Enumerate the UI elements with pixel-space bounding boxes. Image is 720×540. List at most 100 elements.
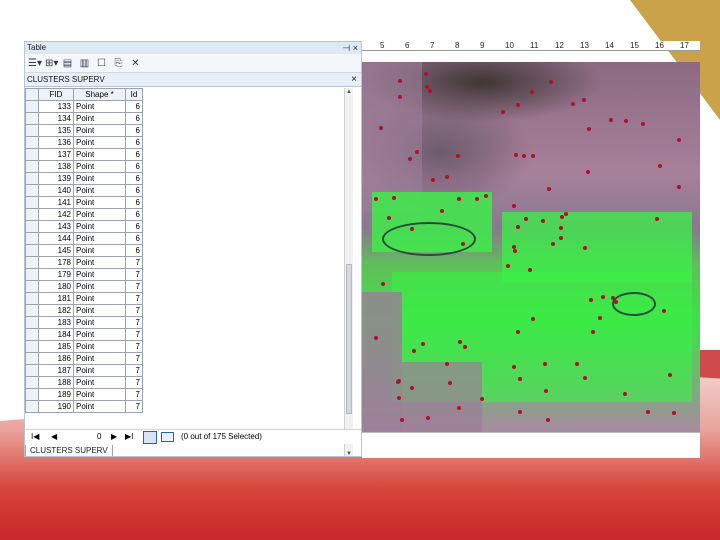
scroll-down-icon[interactable]: ▼ (345, 450, 353, 456)
table-row[interactable]: 134 Point 6 (25, 112, 143, 125)
cluster-point (591, 330, 595, 334)
cluster-point (516, 103, 520, 107)
cluster-point (559, 226, 563, 230)
close-icon[interactable]: × (351, 73, 357, 86)
row-selector[interactable] (25, 112, 39, 125)
row-selector[interactable] (25, 244, 39, 257)
row-selector[interactable] (25, 256, 39, 269)
row-selector[interactable] (25, 304, 39, 317)
table-row[interactable]: 142 Point 6 (25, 208, 143, 221)
row-selector[interactable] (25, 136, 39, 149)
table-row[interactable]: 189 Point 7 (25, 388, 143, 401)
cluster-point (583, 246, 587, 250)
close-x-icon[interactable]: ✕ (130, 58, 141, 69)
cluster-point (408, 157, 412, 161)
table-row[interactable]: 135 Point 6 (25, 124, 143, 137)
table-row[interactable]: 184 Point 7 (25, 328, 143, 341)
first-record-icon[interactable]: I◀ (31, 430, 39, 444)
previous-record-icon[interactable]: ◀ (51, 430, 57, 444)
row-selector[interactable] (25, 376, 39, 389)
table-row[interactable]: 181 Point 7 (25, 292, 143, 305)
table-row[interactable]: 137 Point 6 (25, 148, 143, 161)
cell-shape: Point (73, 100, 126, 113)
column-header-id[interactable]: Id (125, 88, 143, 101)
cell-fid: 135 (38, 124, 74, 137)
show-all-records-icon[interactable] (143, 431, 157, 444)
cluster-point (512, 204, 516, 208)
row-selector[interactable] (25, 232, 39, 245)
cell-id: 6 (125, 136, 143, 149)
row-selector[interactable] (25, 388, 39, 401)
cell-id: 7 (125, 292, 143, 305)
cluster-point (458, 340, 462, 344)
row-selector[interactable] (25, 364, 39, 377)
last-record-icon[interactable]: ▶I (125, 430, 133, 444)
column-header-shape[interactable]: Shape * (73, 88, 126, 101)
table-row[interactable]: 143 Point 6 (25, 220, 143, 233)
row-selector[interactable] (25, 292, 39, 305)
cell-fid: 185 (38, 340, 74, 353)
cell-id: 6 (125, 148, 143, 161)
satellite-map-view[interactable] (362, 62, 700, 432)
scroll-up-icon[interactable]: ▲ (345, 88, 353, 96)
row-selector[interactable] (25, 172, 39, 185)
row-selector[interactable] (25, 316, 39, 329)
cluster-point (512, 245, 516, 249)
table-row[interactable]: 190 Point 7 (25, 400, 143, 413)
row-selector[interactable] (25, 400, 39, 413)
table-row[interactable]: 185 Point 7 (25, 340, 143, 353)
column-header-fid[interactable]: FID (38, 88, 74, 101)
select-by-attributes-icon[interactable]: ▤ (62, 58, 73, 69)
row-selector[interactable] (25, 268, 39, 281)
cell-id: 6 (125, 100, 143, 113)
row-selector[interactable] (25, 160, 39, 173)
table-row[interactable]: 145 Point 6 (25, 244, 143, 257)
column-header-selector[interactable] (25, 88, 39, 101)
table-row[interactable]: 139 Point 6 (25, 172, 143, 185)
related-tables-icon[interactable]: ⊞▾ (45, 58, 58, 69)
row-selector[interactable] (25, 280, 39, 293)
row-selector[interactable] (25, 196, 39, 209)
vertical-scrollbar[interactable]: ▲ ▼ (344, 88, 353, 456)
show-selected-records-icon[interactable] (161, 432, 174, 442)
table-row[interactable]: 140 Point 6 (25, 184, 143, 197)
table-row[interactable]: 186 Point 7 (25, 352, 143, 365)
delete-selected-icon[interactable]: ⎘ (113, 58, 124, 69)
table-row[interactable]: 182 Point 7 (25, 304, 143, 317)
row-selector[interactable] (25, 220, 39, 233)
row-selector[interactable] (25, 352, 39, 365)
table-options-icon[interactable]: ☰▾ (28, 58, 42, 69)
table-row[interactable]: 179 Point 7 (25, 268, 143, 281)
table-row[interactable]: 141 Point 6 (25, 196, 143, 209)
row-selector[interactable] (25, 340, 39, 353)
table-row[interactable]: 138 Point 6 (25, 160, 143, 173)
scroll-thumb[interactable] (346, 264, 352, 414)
cell-id: 7 (125, 304, 143, 317)
row-selector[interactable] (25, 100, 39, 113)
cluster-point (445, 175, 449, 179)
row-selector[interactable] (25, 184, 39, 197)
cell-shape: Point (73, 268, 126, 281)
table-row[interactable]: 187 Point 7 (25, 364, 143, 377)
table-row[interactable]: 188 Point 7 (25, 376, 143, 389)
table-bottom-tab[interactable]: CLUSTERS SUPERV (25, 445, 113, 456)
table-row[interactable]: 144 Point 6 (25, 232, 143, 245)
next-record-icon[interactable]: ▶ (111, 430, 117, 444)
cell-id: 6 (125, 112, 143, 125)
table-titlebar: Table ⊣ × (25, 42, 361, 54)
clear-selection-icon[interactable]: ☐ (96, 58, 107, 69)
cluster-point (425, 85, 429, 89)
table-row[interactable]: 183 Point 7 (25, 316, 143, 329)
switch-selection-icon[interactable]: ▥ (79, 58, 90, 69)
table-row[interactable]: 180 Point 7 (25, 280, 143, 293)
row-selector[interactable] (25, 124, 39, 137)
window-controls[interactable]: ⊣ × (342, 42, 358, 54)
table-row[interactable]: 133 Point 6 (25, 100, 143, 113)
table-row[interactable]: 178 Point 7 (25, 256, 143, 269)
row-selector[interactable] (25, 208, 39, 221)
current-record-field[interactable]: 0 (97, 430, 101, 444)
row-selector[interactable] (25, 328, 39, 341)
table-row[interactable]: 136 Point 6 (25, 136, 143, 149)
row-selector[interactable] (25, 148, 39, 161)
cluster-point (668, 373, 672, 377)
